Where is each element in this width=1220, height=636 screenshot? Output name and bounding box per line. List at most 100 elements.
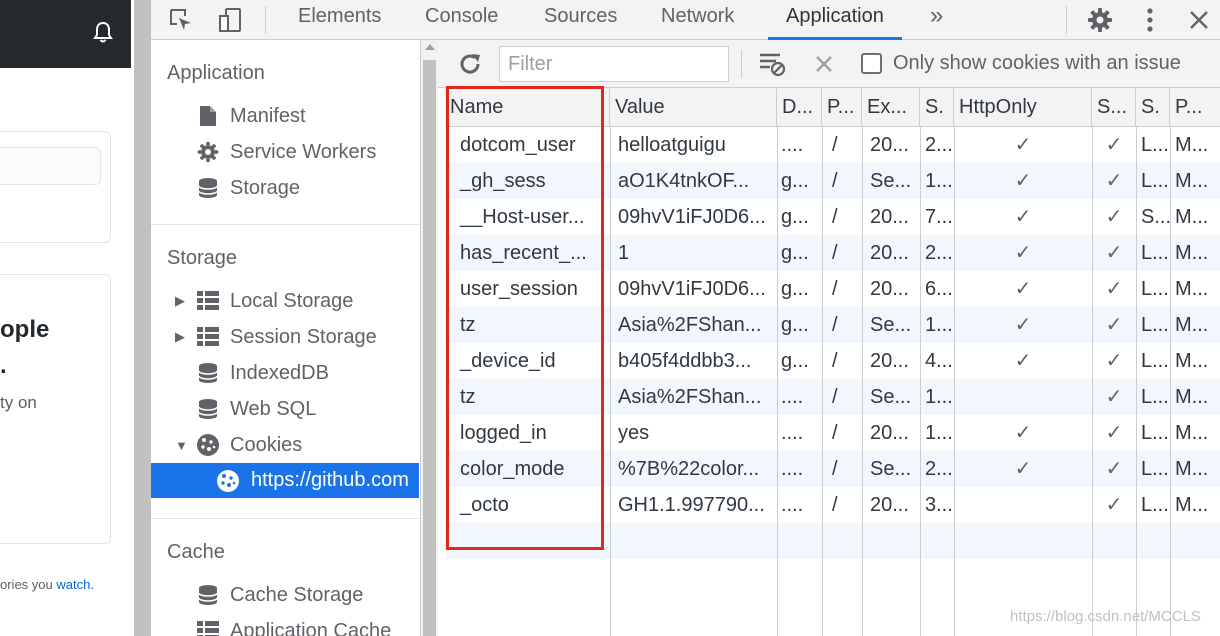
column-header-secure[interactable]: S...	[1092, 88, 1136, 127]
sidebar-item-web-sql[interactable]: Web SQL	[151, 393, 419, 425]
tab-application[interactable]: Application	[768, 0, 902, 40]
tab-sources[interactable]: Sources	[544, 0, 617, 40]
cell-priority: M...	[1175, 350, 1209, 372]
cell-secure: ✓	[1105, 422, 1123, 444]
devtools-toolbar: Elements Console Sources Network Applica…	[151, 0, 1220, 40]
cell-value: %7B%22color...	[618, 458, 760, 480]
sidebar-item-session-storage[interactable]: ▶ Session Storage	[151, 321, 419, 353]
page-strip: ople . ty on ories you watch.	[0, 0, 134, 636]
cell-path: /	[832, 278, 838, 300]
cell-expires: 20...	[870, 206, 909, 228]
collapse-arrow-icon[interactable]: ▼	[175, 438, 188, 453]
cell-secure: ✓	[1105, 314, 1123, 336]
column-header-domain[interactable]: D...	[777, 88, 822, 127]
sidebar-item-service-workers[interactable]: Service Workers	[151, 136, 419, 168]
cell-priority: M...	[1175, 278, 1209, 300]
page-search-input[interactable]	[0, 147, 101, 185]
close-devtools-icon[interactable]	[1183, 4, 1215, 36]
page-scrollbar[interactable]	[134, 0, 151, 636]
sidebar-item-application-cache[interactable]: Application Cache	[151, 615, 419, 636]
only-issue-label: Only show cookies with an issue	[893, 52, 1181, 74]
sidebar-scrollbar[interactable]	[421, 40, 438, 636]
column-header-samesite[interactable]: S.	[1136, 88, 1170, 127]
cell-secure: ✓	[1105, 170, 1123, 192]
column-header-value[interactable]: Value	[610, 88, 777, 127]
cell-samesite: L...	[1141, 422, 1169, 444]
watch-link[interactable]: watch.	[56, 577, 94, 592]
sidebar-item-label: Service Workers	[230, 140, 377, 163]
tab-console[interactable]: Console	[425, 0, 498, 40]
sidebar-item-manifest[interactable]: Manifest	[151, 100, 419, 132]
cell-value: yes	[618, 422, 650, 444]
column-header-path[interactable]: P...	[822, 88, 862, 127]
cell-priority: M...	[1175, 170, 1209, 192]
tab-elements[interactable]: Elements	[298, 0, 381, 40]
cell-domain: g...	[781, 170, 809, 192]
cell-expires: 20...	[870, 422, 909, 444]
sidebar-item-label: Storage	[230, 176, 301, 199]
sidebar-item-storage[interactable]: Storage	[151, 172, 419, 204]
column-divider	[610, 127, 611, 636]
expand-arrow-icon[interactable]: ▶	[175, 293, 185, 309]
clear-filtered-cookies-icon[interactable]	[756, 48, 788, 80]
column-header-httponly[interactable]: HttpOnly	[954, 88, 1092, 127]
column-header-priority[interactable]: P...	[1170, 88, 1220, 127]
toolbar-separator	[265, 6, 266, 34]
sidebar-item-local-storage[interactable]: ▶ Local Storage	[151, 285, 419, 317]
cell-samesite: L...	[1141, 242, 1169, 264]
column-divider	[954, 127, 955, 636]
name-column-highlight-box	[446, 86, 604, 550]
expand-arrow-icon[interactable]: ▶	[175, 329, 185, 345]
delete-selected-icon[interactable]	[808, 48, 840, 80]
sidebar-item-label: Cookies	[230, 433, 303, 456]
promo-heading: ople	[0, 316, 50, 343]
grid-icon	[196, 619, 220, 636]
sidebar-scrollbar-thumb[interactable]	[423, 60, 436, 636]
cell-expires: Se...	[870, 386, 912, 408]
cell-expires: Se...	[870, 314, 912, 336]
promo-heading-dot: .	[0, 352, 7, 379]
sidebar-item-label: Session Storage	[230, 325, 377, 348]
inspect-element-icon[interactable]	[165, 4, 197, 36]
column-divider	[1092, 127, 1093, 636]
cookie-icon	[216, 469, 240, 493]
device-toolbar-icon[interactable]	[215, 4, 247, 36]
bell-icon[interactable]	[92, 20, 114, 44]
more-tabs-icon[interactable]: »	[930, 0, 943, 40]
sidebar-item-indexeddb[interactable]: IndexedDB	[151, 357, 419, 389]
cell-expires: 20...	[870, 242, 909, 264]
grid-icon	[196, 289, 220, 313]
cell-value: helloatguigu	[618, 134, 726, 156]
cell-secure: ✓	[1105, 278, 1123, 300]
cell-httponly: ✓	[1014, 206, 1032, 228]
cell-path: /	[832, 422, 838, 444]
cookie-icon	[196, 433, 220, 457]
sidebar-item-github-cookies[interactable]: https://github.com	[151, 463, 419, 498]
settings-gear-icon[interactable]	[1084, 4, 1116, 36]
column-header-expires[interactable]: Ex...	[862, 88, 920, 127]
column-header-size[interactable]: S.	[920, 88, 954, 127]
page-scrollbar-thumb[interactable]	[134, 0, 151, 636]
sidebar-item-cache-storage[interactable]: Cache Storage	[151, 579, 419, 611]
cell-secure: ✓	[1105, 458, 1123, 480]
cell-priority: M...	[1175, 494, 1209, 516]
gear-icon	[196, 140, 220, 164]
cell-path: /	[832, 314, 838, 336]
cell-value: 09hvV1iFJ0D6...	[618, 206, 766, 228]
scroll-up-arrow-icon[interactable]	[425, 44, 435, 50]
cell-domain: ....	[781, 458, 804, 480]
sidebar-divider	[151, 518, 419, 519]
cell-value: aO1K4tnkOF...	[618, 170, 750, 192]
toolbar-separator	[1066, 6, 1067, 34]
tab-network[interactable]: Network	[661, 0, 734, 40]
sidebar-item-cookies[interactable]: ▼ Cookies	[151, 429, 419, 461]
cell-samesite: L...	[1141, 458, 1169, 480]
cell-priority: M...	[1175, 386, 1209, 408]
cell-domain: ....	[781, 422, 804, 444]
cell-expires: 20...	[870, 278, 909, 300]
sidebar-item-label: Web SQL	[230, 397, 317, 420]
more-options-icon[interactable]	[1134, 4, 1166, 36]
filter-input[interactable]	[499, 46, 729, 82]
only-issue-checkbox[interactable]	[861, 53, 882, 74]
refresh-icon[interactable]	[454, 48, 486, 80]
